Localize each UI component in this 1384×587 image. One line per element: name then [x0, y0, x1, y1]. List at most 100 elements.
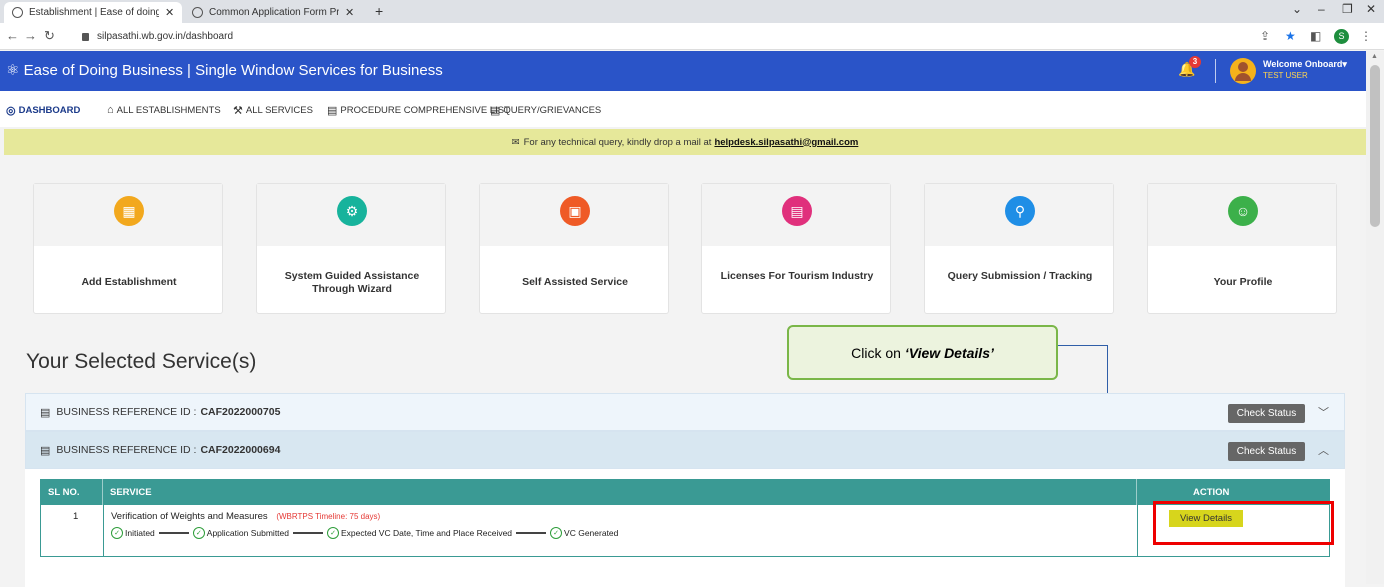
menu-label: ALL SERVICES	[245, 105, 313, 116]
menu-query-grievances[interactable]: ▤ QUERY/GRIEVANCES	[490, 104, 601, 117]
url-field[interactable]: silpasathi.wb.gov.in/dashboard	[82, 26, 1182, 47]
check-status-button[interactable]: Check Status	[1228, 442, 1305, 461]
page-scrollbar[interactable]: ▲	[1366, 51, 1384, 584]
step-connector	[516, 532, 547, 534]
business-ref-label: BUSINESS REFERENCE ID :	[56, 444, 197, 456]
card-tourism-licenses[interactable]: ▤ Licenses For Tourism Industry	[701, 183, 891, 314]
step-label: Expected VC Date, Time and Place Receive…	[341, 528, 513, 538]
card-label: Licenses For Tourism Industry	[720, 270, 874, 282]
more-menu-icon[interactable]: ⋮	[1360, 29, 1372, 43]
chevron-up-icon[interactable]: ︿	[1318, 442, 1329, 458]
menu-procedure-list[interactable]: ▤ PROCEDURE COMPREHENSIVE LIST	[327, 104, 510, 117]
reload-icon[interactable]: ↻	[44, 28, 55, 44]
dashboard-icon: ◎	[6, 105, 16, 117]
check-circle-icon: ✓	[327, 527, 339, 539]
check-status-button[interactable]: Check Status	[1228, 404, 1305, 423]
document-icon: ▤	[782, 196, 812, 226]
menu-label: QUERY/GRIEVANCES	[503, 105, 602, 116]
card-label: System Guided Assistance Through Wizard	[284, 270, 420, 295]
search-icon: ⚲	[1005, 196, 1035, 226]
column-divider	[103, 505, 104, 556]
table-row: 1 Verification of Weights and Measures (…	[40, 505, 1330, 557]
mail-icon: ✉	[511, 136, 520, 148]
sidepanel-icon[interactable]: ◧	[1310, 29, 1321, 43]
helpdesk-email-link[interactable]: helpdesk.silpasathi@gmail.com	[714, 137, 858, 148]
header-sl: SL NO.	[48, 487, 80, 498]
header-service: SERVICE	[110, 487, 152, 498]
header-action: ACTION	[1193, 487, 1230, 498]
sl-cell: 1	[73, 511, 79, 522]
welcome-text: Welcome Onboard	[1263, 59, 1343, 69]
menu-all-services[interactable]: ⚒ ALL SERVICES	[233, 104, 313, 117]
chevron-down-icon[interactable]: ⌄	[1292, 2, 1302, 16]
tab-title: Common Application Form Previ	[209, 7, 339, 18]
notification-badge: 3	[1189, 56, 1201, 68]
check-circle-icon: ✓	[192, 527, 205, 539]
browser-tab-establishment[interactable]: Establishment | Ease of doing bu ✕	[4, 2, 183, 23]
globe-icon	[192, 7, 203, 18]
header-divider	[1215, 59, 1216, 83]
callout-connector	[1058, 345, 1108, 346]
section-title: Your Selected Service(s)	[26, 350, 257, 373]
business-ref-panel-705[interactable]: ▤ BUSINESS REFERENCE ID : CAF2022000705 …	[25, 393, 1345, 431]
card-guided-assistance[interactable]: ⚙ System Guided Assistance Through Wizar…	[256, 183, 446, 314]
card-add-establishment[interactable]: ▦ Add Establishment	[33, 183, 223, 314]
business-ref-id: CAF2022000694	[200, 444, 281, 456]
highlight-box	[1153, 501, 1334, 545]
card-label: Add Establishment	[81, 276, 177, 288]
business-ref-panel-694[interactable]: ▤ BUSINESS REFERENCE ID : CAF2022000694 …	[25, 431, 1345, 469]
share-icon[interactable]: ⇪	[1260, 29, 1270, 43]
menu-dashboard[interactable]: ◎ DASHBOARD	[6, 104, 80, 117]
card-query-submission[interactable]: ⚲ Query Submission / Tracking	[924, 183, 1114, 314]
welcome-dropdown[interactable]: Welcome Onboard▾	[1263, 59, 1347, 70]
close-icon[interactable]: ✕	[165, 6, 174, 19]
scroll-up-icon[interactable]: ▲	[1371, 53, 1378, 60]
minimize-icon[interactable]: –	[1318, 2, 1325, 16]
address-bar: ← → ↻ silpasathi.wb.gov.in/dashboard ⇪ ★…	[0, 23, 1384, 50]
scroll-thumb[interactable]	[1370, 65, 1380, 227]
helpdesk-notice: ✉ For any technical query, kindly drop a…	[4, 129, 1366, 155]
chevron-down-icon[interactable]: ﹀	[1318, 404, 1329, 420]
close-window-icon[interactable]: ✕	[1366, 2, 1376, 16]
notice-text: For any technical query, kindly drop a m…	[523, 136, 712, 148]
back-icon[interactable]: ←	[6, 28, 19, 43]
restore-icon[interactable]: ❐	[1342, 2, 1353, 16]
lock-icon	[82, 32, 89, 41]
user-avatar[interactable]	[1230, 58, 1256, 84]
gear-icon: ⚙	[337, 196, 367, 226]
menu-all-establishments[interactable]: ⌂ ALL ESTABLISHMENTS	[107, 104, 221, 116]
profile-icon: ☺	[1228, 196, 1258, 226]
close-icon[interactable]: ✕	[345, 6, 354, 19]
step-connector	[293, 532, 323, 534]
step-label: VC Generated	[564, 528, 619, 538]
profile-avatar[interactable]: S	[1334, 29, 1349, 44]
card-label: Self Assisted Service	[522, 276, 628, 288]
new-tab-icon[interactable]: +	[375, 3, 383, 19]
business-ref-label: BUSINESS REFERENCE ID :	[56, 406, 197, 418]
url-text: silpasathi.wb.gov.in/dashboard	[97, 31, 234, 42]
instruction-callout: Click on ‘View Details’	[787, 325, 1058, 380]
service-title: Verification of Weights and Measures	[111, 511, 268, 522]
grid-icon: ▣	[560, 196, 590, 226]
browser-tab-common-application[interactable]: Common Application Form Previ ✕	[184, 2, 362, 23]
step-label: Application Submitted	[206, 528, 289, 538]
timeline-text: (WBRTPS Timeline: 75 days)	[276, 512, 381, 521]
step-connector	[158, 532, 189, 534]
card-your-profile[interactable]: ☺ Your Profile	[1147, 183, 1337, 314]
check-circle-icon: ✓	[111, 527, 123, 539]
tab-title: Establishment | Ease of doing bu	[29, 7, 159, 18]
list-icon: ▤	[327, 105, 338, 117]
card-label: Query Submission / Tracking	[947, 270, 1093, 282]
callout-emphasis: ‘View Details’	[904, 344, 994, 361]
list-icon: ▤	[490, 105, 501, 117]
chevron-down-icon: ▾	[1342, 59, 1347, 69]
building-icon: ▦	[114, 196, 144, 226]
main-menu: ◎ DASHBOARD ⌂ ALL ESTABLISHMENTS ⚒ ALL SERV…	[0, 91, 1366, 127]
callout-prefix: Click on	[851, 344, 901, 361]
card-self-assisted-service[interactable]: ▣ Self Assisted Service	[479, 183, 669, 314]
star-icon[interactable]: ★	[1285, 29, 1296, 43]
menu-label: ALL ESTABLISHMENTS	[116, 104, 221, 116]
table-header: SL NO. SERVICE ACTION	[40, 479, 1330, 505]
forward-icon[interactable]: →	[24, 28, 37, 43]
menu-label: DASHBOARD	[18, 105, 81, 116]
